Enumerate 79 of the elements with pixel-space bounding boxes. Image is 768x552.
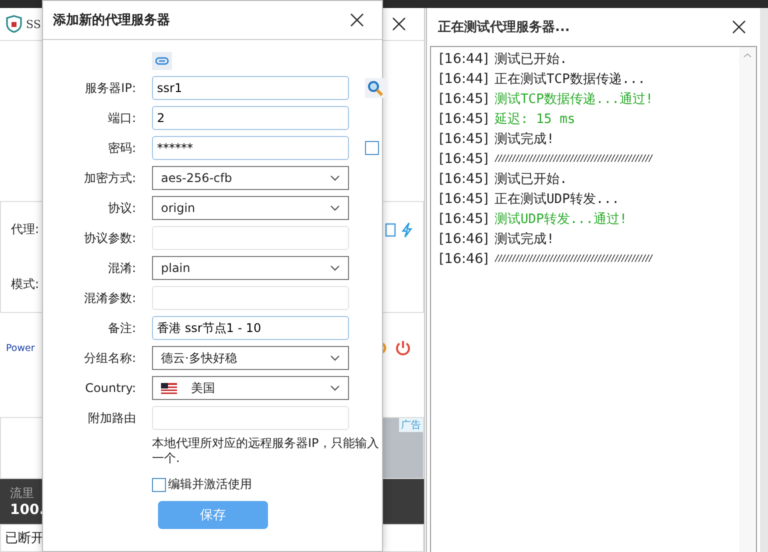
link-icon [155, 57, 169, 65]
log-message: 正在测试TCP数据传递... [494, 71, 646, 88]
input-field[interactable]: ****** [152, 136, 349, 160]
log-message: 测试TCP数据传递...通过! [494, 91, 654, 108]
log-message: 测试完成! [494, 231, 554, 248]
log-message: 测试完成! [494, 131, 554, 148]
input-field[interactable] [152, 226, 349, 250]
ad-badge: 广告 [399, 418, 423, 432]
power-link[interactable]: Power [6, 342, 35, 354]
field-label: 混淆参数: [82, 290, 136, 306]
field-label: Country: [84, 381, 136, 395]
caret-icon [330, 355, 340, 361]
app-title: SS [26, 18, 41, 30]
input-field[interactable] [152, 286, 349, 310]
scroll-up-icon[interactable] [743, 53, 752, 58]
checkbox-label: 编辑并激活使用 [168, 476, 252, 493]
caret-icon [330, 385, 340, 391]
dropdown[interactable]: aes-256-cfb [152, 166, 349, 190]
log-message: 测试已开始. [494, 171, 568, 188]
log-time: [16:45] [439, 151, 488, 167]
log-time: [16:45] [439, 91, 488, 107]
input-field[interactable]: ssr1 [152, 76, 349, 100]
log-message: 测试已开始. [494, 51, 568, 68]
dropdown[interactable]: origin [152, 196, 349, 220]
log-message: ////////////////////////////////////////////// [494, 254, 652, 264]
activate-checkbox[interactable] [152, 478, 166, 492]
log-message: ////////////////////////////////////////////// [494, 154, 652, 164]
show-password-checkbox[interactable] [365, 141, 379, 155]
proxy-label: 代理: [11, 221, 40, 238]
help-text: 本地代理所对应的远程服务器IP，只能输入一个. [152, 436, 380, 466]
traffic-label: 流里 [10, 485, 34, 502]
log-message: 正在测试UDP转发... [494, 191, 620, 208]
log-time: [16:45] [439, 111, 488, 127]
log-time: [16:45] [439, 171, 488, 187]
log-message: 延迟: 15 ms [494, 111, 576, 128]
input-field[interactable]: 香港 ssr节点1 - 10 [152, 316, 349, 340]
field-label: 协议: [106, 200, 136, 216]
mode-label: 模式: [11, 276, 40, 293]
field-label: 附加路由 [87, 410, 136, 426]
dropdown[interactable]: plain [152, 256, 349, 280]
field-label: 服务器IP: [84, 80, 136, 96]
document-icon[interactable] [385, 222, 397, 236]
caret-icon [330, 265, 340, 271]
close-icon[interactable] [732, 20, 746, 34]
field-label: 混淆: [106, 260, 136, 276]
scrollbar[interactable] [739, 47, 756, 552]
field-label: 备注: [106, 320, 136, 336]
close-icon[interactable] [392, 17, 406, 31]
search-button[interactable] [365, 78, 385, 98]
search-icon [367, 80, 383, 96]
caret-icon [330, 205, 340, 211]
field-label: 密码: [106, 140, 136, 156]
window-title: 正在测试代理服务器... [438, 19, 570, 36]
log-time: [16:46] [439, 231, 488, 247]
link-button[interactable] [152, 52, 172, 70]
field-label: 分组名称: [82, 350, 136, 366]
dropdown[interactable]: 德云·多快好稳 [152, 346, 349, 370]
traffic-value: 100. [10, 502, 45, 518]
field-label: 端口: [106, 110, 136, 126]
log-time: [16:45] [439, 131, 488, 147]
input-field[interactable] [152, 406, 349, 430]
log-time: [16:46] [439, 251, 488, 267]
field-label: 加密方式: [82, 170, 136, 186]
log-time: [16:45] [439, 211, 488, 227]
power-icon[interactable] [394, 339, 412, 357]
log-time: [16:44] [439, 51, 488, 67]
dialog-title: 添加新的代理服务器 [53, 12, 170, 29]
log-time: [16:44] [439, 71, 488, 87]
log-message: 测试UDP转发...通过! [494, 211, 628, 228]
input-field[interactable]: 2 [152, 106, 349, 130]
shield-icon [6, 15, 22, 33]
close-icon[interactable] [350, 13, 364, 27]
connection-status: 已断开 [5, 530, 44, 547]
dropdown[interactable]: 美国 [152, 376, 349, 400]
flag-icon [161, 382, 177, 394]
field-label: 协议参数: [82, 230, 136, 246]
log-time: [16:45] [439, 191, 488, 207]
lightning-icon[interactable] [401, 222, 413, 238]
caret-icon [330, 175, 340, 181]
